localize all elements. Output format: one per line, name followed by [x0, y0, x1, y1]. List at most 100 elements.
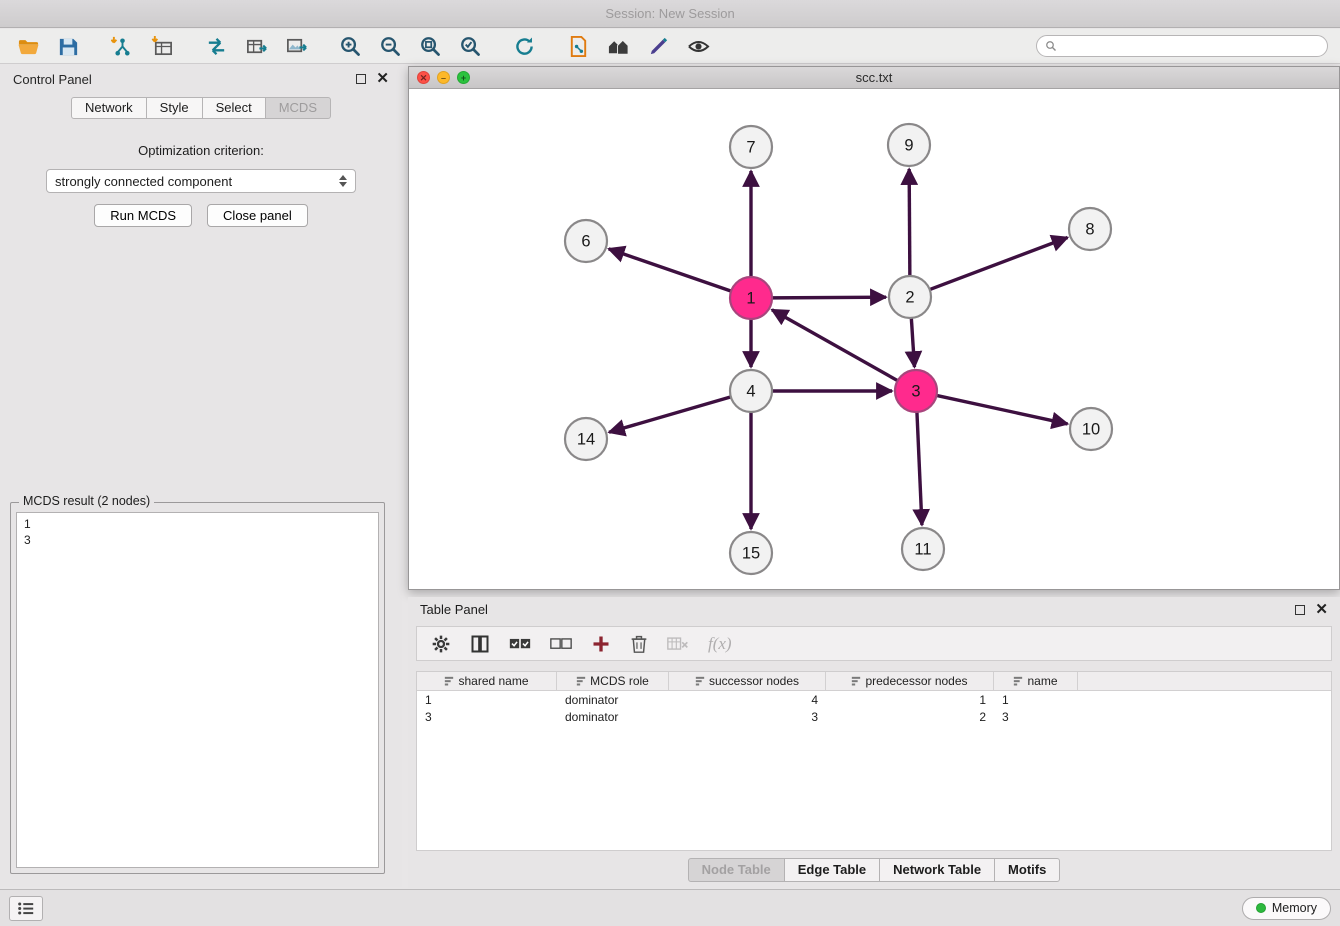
float-panel-icon[interactable]: [356, 74, 366, 84]
tab-network[interactable]: Network: [71, 97, 147, 119]
app-window: { "window": { "title": "Session: New Ses…: [0, 0, 1340, 926]
node-table: shared name MCDS role successor nodes pr…: [416, 671, 1332, 851]
minimize-window-icon[interactable]: [437, 71, 450, 84]
cell-shared-name[interactable]: 1: [417, 693, 557, 707]
show-columns-icon[interactable]: [470, 634, 490, 654]
column-header-name[interactable]: name: [994, 672, 1078, 690]
edge-3-10[interactable]: [937, 395, 1068, 423]
column-header-predecessor-nodes[interactable]: predecessor nodes: [826, 672, 994, 690]
node-label: 15: [742, 545, 760, 563]
edge-2-3[interactable]: [911, 318, 914, 367]
save-session-icon[interactable]: [52, 32, 84, 60]
create-column-icon[interactable]: [591, 634, 611, 654]
cell-predecessor-nodes[interactable]: 1: [826, 693, 994, 707]
maximize-window-icon[interactable]: [457, 71, 470, 84]
cell-shared-name[interactable]: 3: [417, 710, 557, 724]
copy-network-view-icon[interactable]: [562, 32, 594, 60]
optimization-criterion-label: Optimization criterion:: [0, 143, 402, 158]
edge-1-2[interactable]: [772, 297, 886, 298]
criterion-value: strongly connected component: [55, 174, 232, 189]
edge-2-9[interactable]: [909, 169, 910, 276]
table-panel-title: Table Panel: [420, 602, 488, 617]
unselect-all-columns-icon[interactable]: [550, 636, 572, 652]
memory-button[interactable]: Memory: [1242, 897, 1331, 920]
function-builder-icon[interactable]: f(x): [708, 634, 732, 654]
tab-motifs[interactable]: Motifs: [994, 858, 1060, 882]
table-header-row: shared name MCDS role successor nodes pr…: [417, 672, 1331, 691]
apply-style-icon[interactable]: [642, 32, 674, 60]
delete-column-icon[interactable]: [630, 634, 648, 654]
folder-front: [18, 44, 38, 53]
result-node-item: 3: [24, 532, 371, 548]
tab-style[interactable]: Style: [146, 97, 203, 119]
column-header-successor-nodes[interactable]: successor nodes: [669, 672, 826, 690]
home-layout-icon[interactable]: [602, 32, 634, 60]
table-settings-gear-icon[interactable]: [431, 634, 451, 654]
network-canvas[interactable]: 7968124314101511: [409, 89, 1339, 589]
node-label: 2: [905, 289, 914, 307]
node-label: 14: [577, 431, 595, 449]
node-label: 8: [1085, 221, 1094, 239]
network-window-title: scc.txt: [856, 70, 893, 85]
close-panel-icon[interactable]: [376, 74, 389, 84]
column-header-mcds-role[interactable]: MCDS role: [557, 672, 669, 690]
sort-icon: [851, 676, 861, 686]
cell-mcds-role[interactable]: dominator: [557, 693, 669, 707]
edge-1-6[interactable]: [609, 249, 731, 291]
zoom-fit-icon[interactable]: [414, 32, 446, 60]
node-label: 10: [1082, 421, 1100, 439]
export-table-icon[interactable]: [240, 32, 272, 60]
show-hide-graphics-icon[interactable]: [682, 32, 714, 60]
tab-select[interactable]: Select: [202, 97, 266, 119]
import-table-icon[interactable]: [146, 32, 178, 60]
export-image-icon[interactable]: [280, 32, 312, 60]
close-table-panel-icon[interactable]: [1315, 605, 1328, 615]
search-box[interactable]: [1036, 35, 1328, 57]
delete-table-icon[interactable]: [667, 635, 689, 653]
zoom-selected-icon[interactable]: [454, 32, 486, 60]
dropdown-stepper-icon: [339, 175, 347, 187]
edge-3-1[interactable]: [772, 310, 898, 381]
sort-icon: [1013, 676, 1023, 686]
edge-3-11[interactable]: [917, 412, 922, 525]
close-window-icon[interactable]: [417, 71, 430, 84]
table-row[interactable]: 1 dominator 4 1 1: [417, 691, 1331, 708]
mcds-result-box: MCDS result (2 nodes) 1 3: [10, 502, 385, 874]
sort-icon: [444, 676, 454, 686]
node-label: 4: [746, 383, 755, 401]
search-input[interactable]: [1062, 39, 1319, 53]
tab-mcds[interactable]: MCDS: [265, 97, 331, 119]
tab-node-table[interactable]: Node Table: [688, 858, 785, 882]
select-all-columns-icon[interactable]: [509, 636, 531, 652]
cell-name[interactable]: 1: [994, 693, 1078, 707]
clone-network-icon[interactable]: [200, 32, 232, 60]
memory-status-icon: [1256, 903, 1266, 913]
cell-successor-nodes[interactable]: 4: [669, 693, 826, 707]
task-history-button[interactable]: [9, 896, 43, 921]
folder-back: [18, 40, 37, 44]
open-file-icon[interactable]: [12, 32, 44, 60]
cell-successor-nodes[interactable]: 3: [669, 710, 826, 724]
tab-edge-table[interactable]: Edge Table: [784, 858, 880, 882]
refresh-view-icon[interactable]: [508, 32, 540, 60]
mcds-result-list[interactable]: 1 3: [16, 512, 379, 868]
criterion-dropdown[interactable]: strongly connected component: [46, 169, 356, 193]
zoom-out-icon[interactable]: [374, 32, 406, 60]
sort-icon: [695, 676, 705, 686]
import-network-icon[interactable]: [106, 32, 138, 60]
control-panel-title: Control Panel: [13, 72, 92, 87]
cell-predecessor-nodes[interactable]: 2: [826, 710, 994, 724]
close-panel-button[interactable]: Close panel: [207, 204, 308, 227]
window-title: Session: New Session: [0, 0, 1340, 28]
mcds-result-title: MCDS result (2 nodes): [19, 494, 154, 508]
table-row[interactable]: 3 dominator 3 2 3: [417, 708, 1331, 725]
edge-4-14[interactable]: [609, 397, 731, 432]
edge-2-8[interactable]: [930, 237, 1068, 289]
cell-mcds-role[interactable]: dominator: [557, 710, 669, 724]
zoom-in-icon[interactable]: [334, 32, 366, 60]
column-header-shared-name[interactable]: shared name: [417, 672, 557, 690]
run-mcds-button[interactable]: Run MCDS: [94, 204, 192, 227]
float-table-panel-icon[interactable]: [1295, 605, 1305, 615]
tab-network-table[interactable]: Network Table: [879, 858, 995, 882]
cell-name[interactable]: 3: [994, 710, 1078, 724]
